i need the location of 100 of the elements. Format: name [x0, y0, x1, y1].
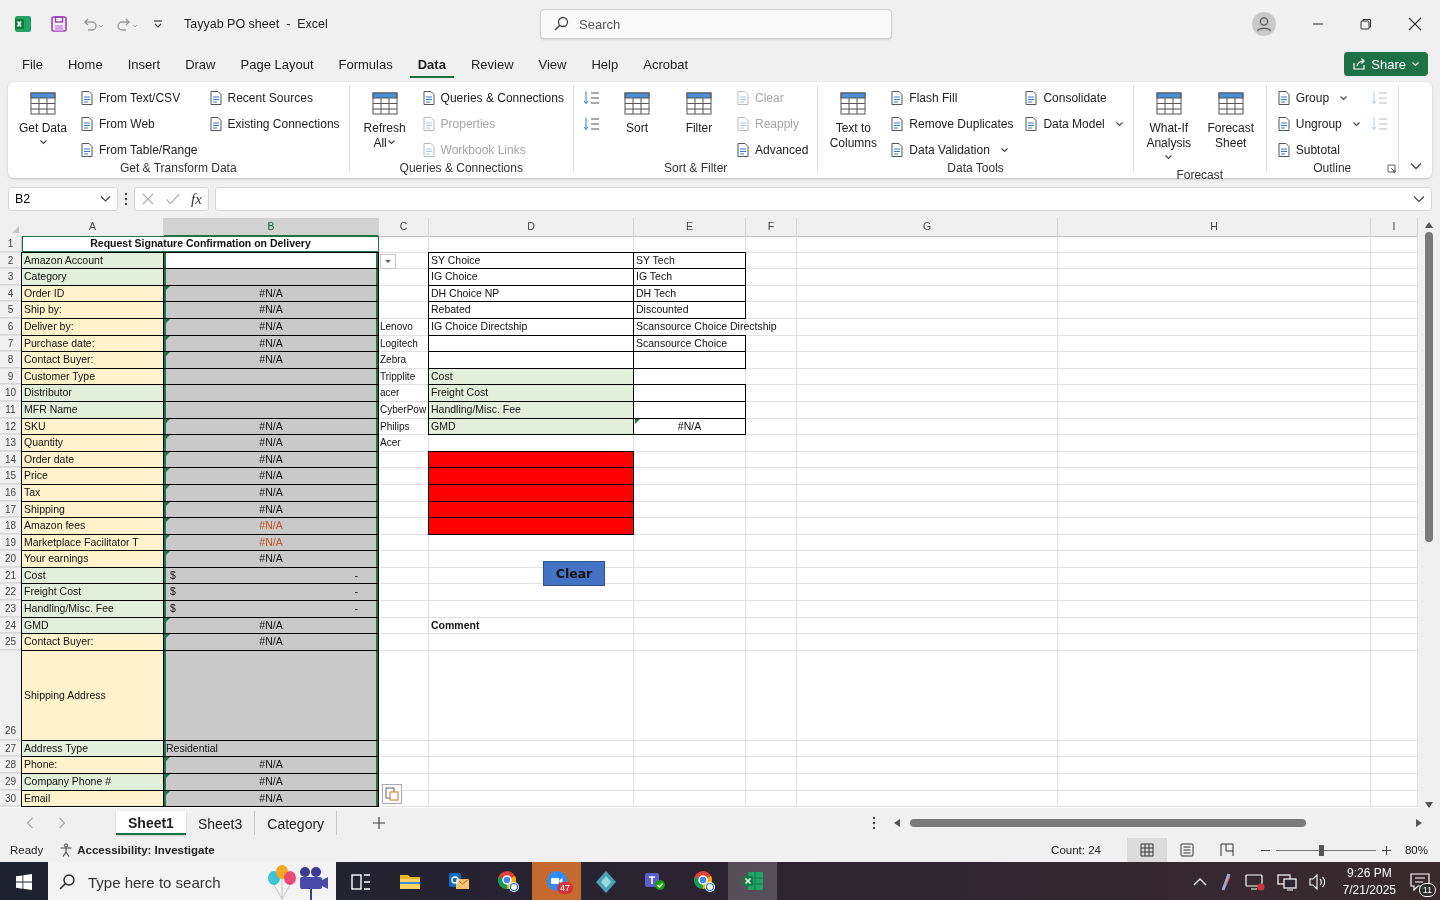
table-cell[interactable]: Acer [379, 435, 429, 451]
account-avatar-icon[interactable] [1252, 12, 1276, 36]
customize-toolbar-icon[interactable] [152, 18, 164, 30]
sheet-tab[interactable]: Sheet3 [185, 811, 256, 835]
table-cell[interactable]: Contact Buyer: [21, 633, 164, 651]
table-cell[interactable]: #N/A [163, 773, 379, 791]
scroll-left-icon[interactable] [894, 819, 900, 827]
table-cell[interactable]: acer [379, 385, 429, 401]
scroll-up-icon[interactable] [1425, 222, 1433, 228]
table-cell[interactable]: Contact Buyer: [21, 351, 164, 369]
table-cell[interactable] [163, 268, 379, 286]
table-cell[interactable]: $ - [163, 583, 379, 602]
ribbon-button[interactable]: Remove Duplicates [886, 113, 1017, 135]
ribbon-button[interactable]: Filter [669, 86, 728, 161]
taskbar-app-button[interactable]: 47 [532, 862, 581, 900]
taskbar-search-field[interactable]: Type here to search [48, 862, 336, 900]
ribbon-button[interactable]: Existing Connections [204, 113, 343, 135]
search-field[interactable]: Search [540, 9, 892, 39]
clear-button[interactable]: Clear [543, 561, 605, 586]
table-cell[interactable]: Lenovo [379, 318, 429, 335]
menu-tab[interactable]: Data [409, 50, 454, 78]
scrollbar-thumb[interactable] [910, 819, 1306, 827]
table-cell[interactable] [428, 467, 634, 485]
ribbon-button[interactable]: Data Model [1020, 113, 1127, 135]
accessibility-icon[interactable] [59, 843, 74, 857]
menu-tab[interactable]: Insert [119, 50, 169, 78]
ribbon-button[interactable]: From Web [76, 113, 201, 135]
sheet-tab[interactable]: Category [255, 811, 338, 835]
zoom-in-icon[interactable] [1381, 845, 1391, 855]
ribbon-button[interactable]: Text to Columns [824, 86, 883, 161]
table-cell[interactable] [633, 351, 746, 369]
table-cell[interactable]: Tripplite [379, 368, 429, 385]
table-cell[interactable]: Freight Cost [428, 384, 634, 402]
zoom-level[interactable]: 80% [1404, 844, 1428, 856]
insert-function-button[interactable]: fx [191, 190, 202, 208]
ribbon-button[interactable]: Get Data [14, 86, 72, 161]
ribbon-button[interactable]: Data Validation [886, 139, 1017, 161]
table-cell[interactable]: Quantity [21, 434, 164, 452]
collapse-ribbon-button[interactable] [1410, 162, 1422, 170]
ribbon-button[interactable]: Consolidate [1020, 87, 1127, 109]
ribbon-button[interactable]: Refresh All [355, 86, 414, 161]
table-cell[interactable]: Handling/Misc. Fee [21, 600, 164, 618]
table-cell[interactable]: Phone: [21, 756, 164, 775]
save-icon[interactable] [50, 15, 68, 33]
table-cell[interactable]: Distributor [21, 384, 164, 402]
network-icon[interactable] [1276, 873, 1297, 891]
table-cell[interactable] [163, 384, 379, 402]
clock-date[interactable]: 7/21/2025 [1342, 882, 1396, 899]
ribbon-button[interactable]: Advanced [731, 139, 812, 161]
scrollbar-thumb[interactable] [1425, 232, 1433, 542]
table-cell[interactable]: #N/A [163, 301, 379, 319]
table-cell[interactable]: #N/A [163, 434, 379, 452]
menu-tab[interactable]: Acrobat [635, 50, 697, 78]
sheet-tab[interactable]: Sheet1 [116, 811, 186, 835]
remote-desktop-icon[interactable] [1244, 873, 1265, 891]
slider-thumb[interactable] [1318, 844, 1324, 856]
scroll-right-icon[interactable] [1416, 819, 1422, 827]
table-cell[interactable]: IG Choice Directship [428, 317, 634, 336]
table-cell[interactable]: #N/A [163, 633, 379, 651]
ribbon-button[interactable]: From Text/CSV [76, 87, 201, 109]
ribbon-button[interactable]: Flash Fill [886, 87, 1017, 109]
ribbon-button[interactable]: Sort [607, 86, 666, 161]
menu-tab[interactable]: File [14, 50, 51, 78]
table-cell[interactable]: IG Tech [633, 268, 746, 286]
table-cell[interactable]: #N/A [163, 550, 379, 568]
notifications-icon[interactable] [1410, 873, 1430, 891]
menu-tab[interactable]: Draw [177, 50, 224, 78]
scroll-down-icon[interactable] [1425, 802, 1433, 808]
ribbon-button[interactable]: From Table/Range [76, 139, 201, 161]
table-cell[interactable]: CyberPow [379, 401, 429, 418]
ribbon-button[interactable]: What-If Analysis [1139, 86, 1198, 168]
table-cell[interactable]: #N/A [633, 417, 746, 436]
more-icon[interactable] [124, 192, 128, 206]
table-cell[interactable]: Company Phone # [21, 773, 164, 791]
sheet-title[interactable]: Request Signature Confirmation on Delivery [22, 236, 379, 252]
menu-tab[interactable]: View [530, 50, 575, 78]
table-cell[interactable]: #N/A [163, 467, 379, 485]
formula-input[interactable] [214, 187, 1432, 211]
accessibility-status[interactable]: Accessibility: Investigate [77, 844, 215, 856]
table-cell[interactable]: Shipping Address [21, 649, 164, 741]
name-box[interactable]: B2 [8, 187, 118, 211]
ribbon-button[interactable]: Group [1272, 87, 1364, 109]
menu-tab[interactable]: Review [462, 50, 522, 78]
table-cell[interactable]: Freight Cost [21, 583, 164, 602]
ribbon-button[interactable]: Ungroup [1272, 113, 1364, 135]
table-cell[interactable]: Ship by: [21, 301, 164, 319]
speaker-icon[interactable] [1308, 874, 1327, 890]
table-cell[interactable]: Zebra [379, 352, 429, 368]
table-cell[interactable]: Your earnings [21, 550, 164, 568]
menu-tab[interactable]: Home [59, 50, 111, 78]
table-cell[interactable]: #N/A [163, 756, 379, 775]
new-sheet-icon[interactable] [373, 817, 386, 829]
normal-view-button[interactable] [1126, 838, 1167, 862]
menu-tab[interactable]: Page Layout [232, 50, 322, 78]
close-icon[interactable] [1408, 17, 1422, 31]
table-cell[interactable]: Category [21, 268, 164, 286]
table-cell[interactable]: Discounted [633, 301, 746, 319]
table-cell[interactable] [428, 517, 634, 535]
ribbon-button[interactable]: Recent Sources [204, 87, 343, 109]
share-button[interactable]: Share [1344, 52, 1428, 76]
